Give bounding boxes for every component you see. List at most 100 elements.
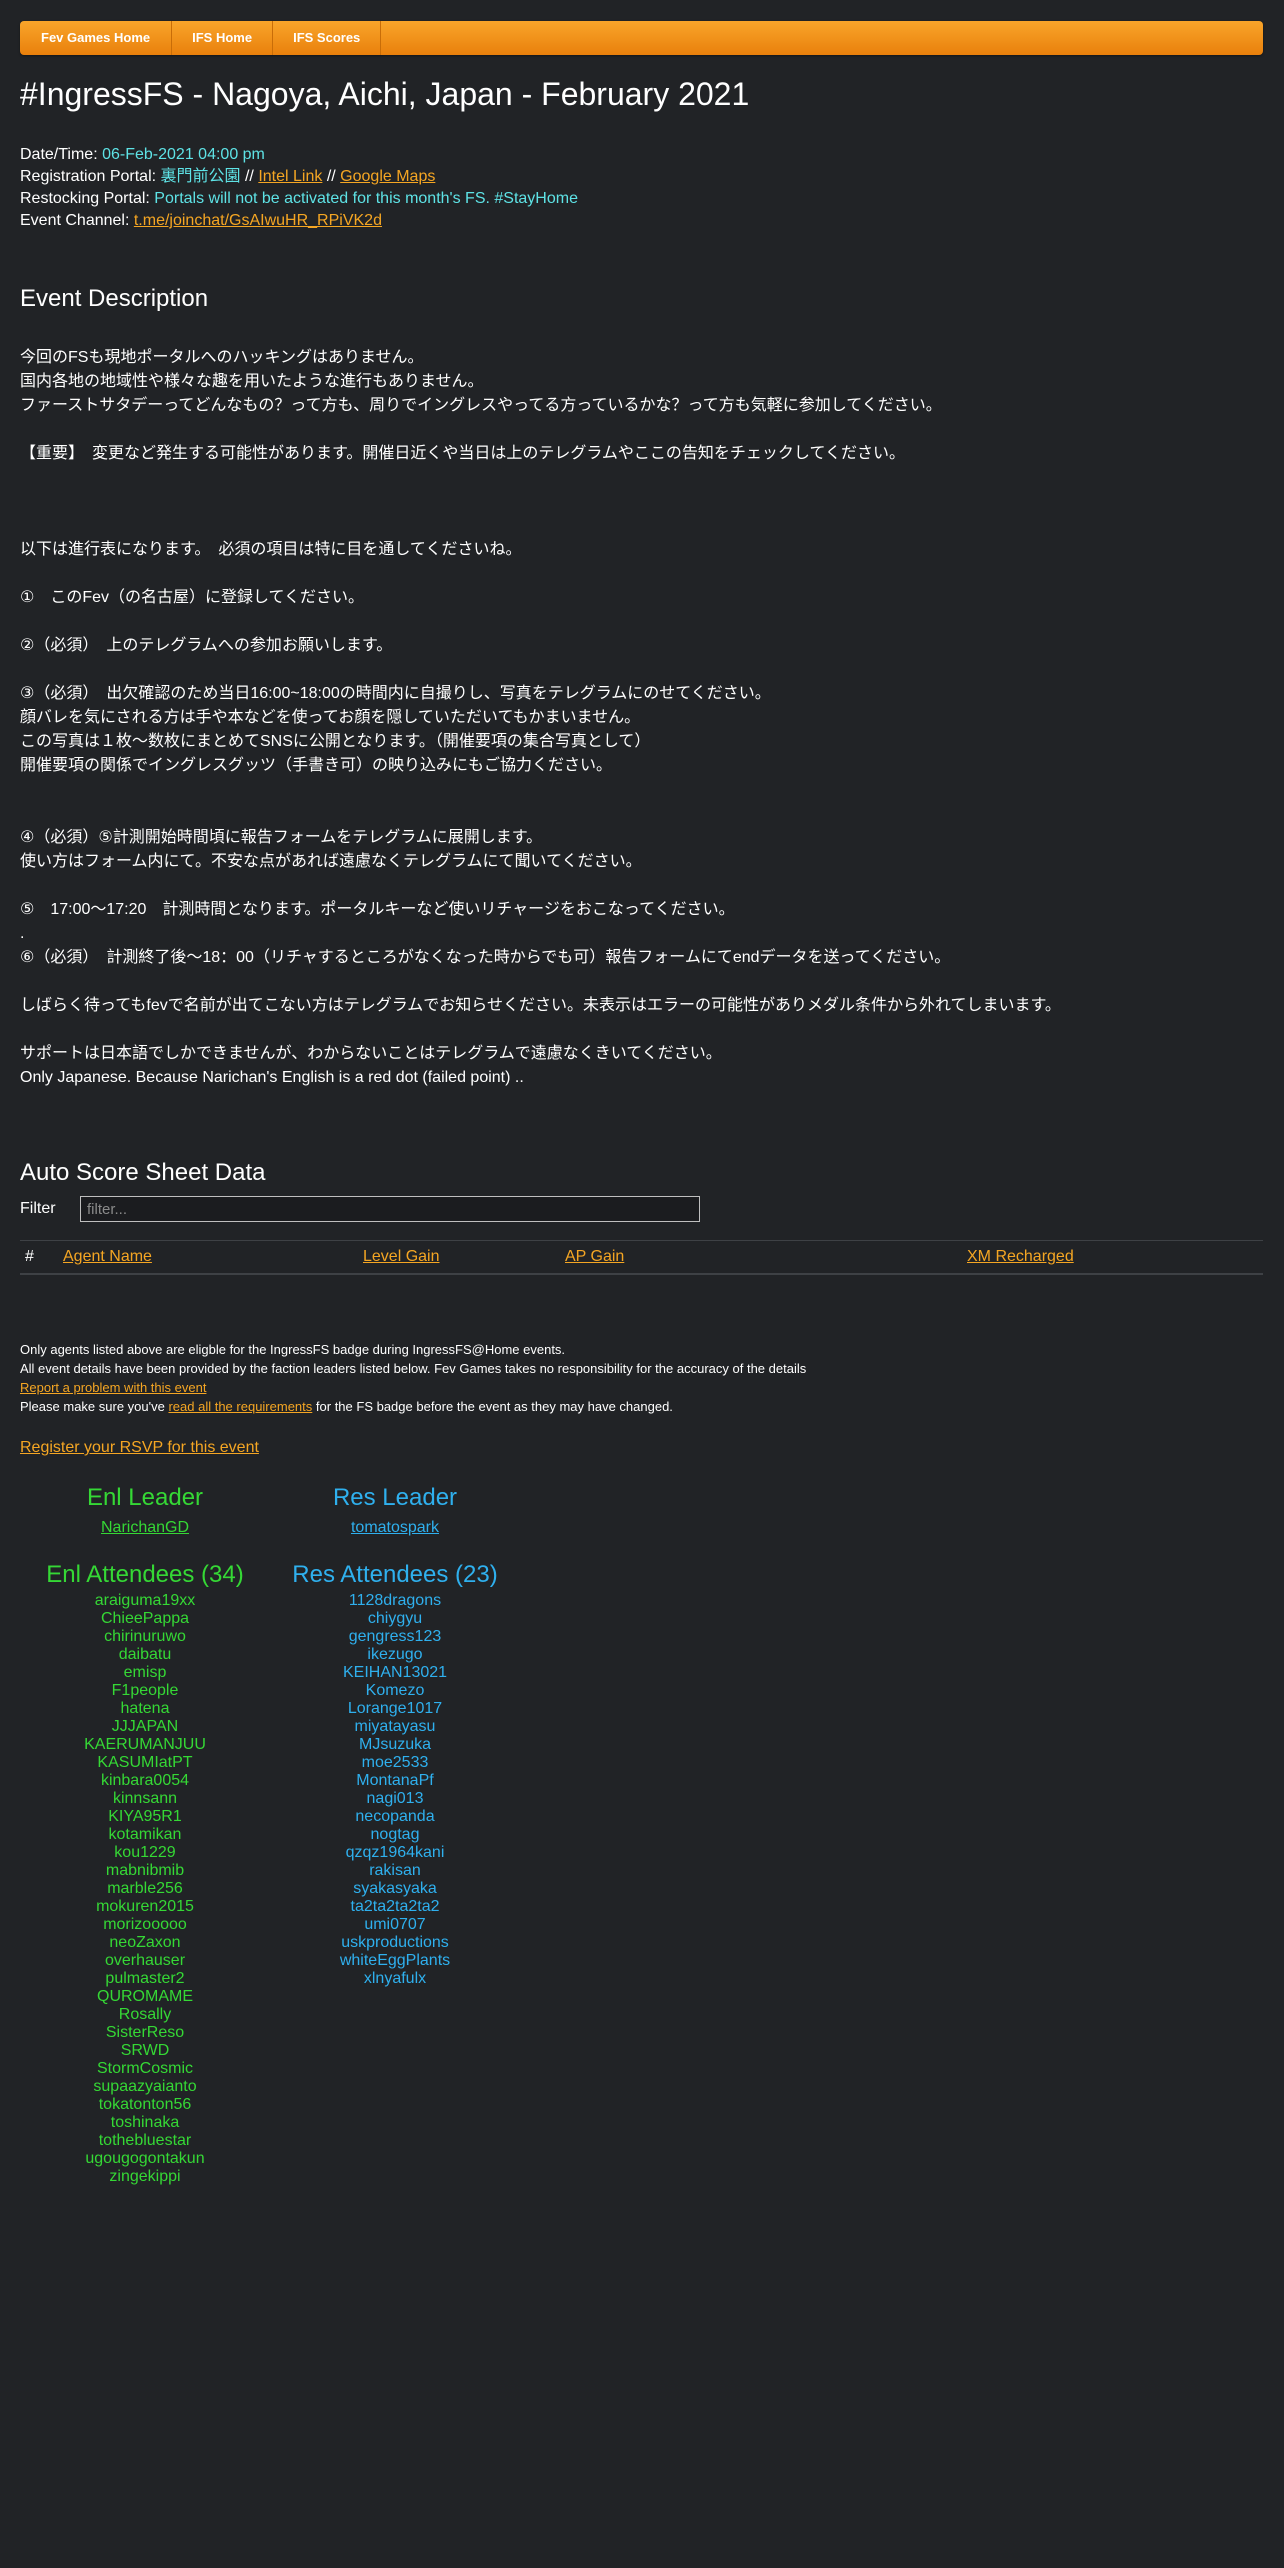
enl-attendee: QUROMAME [97,1988,193,2005]
event-description-text: 今回のFSも現地ポータルへのハッキングはありません。 国内各地の地域性や様々な趣… [20,349,1061,1086]
filter-input[interactable] [80,1196,700,1222]
event-channel-link[interactable]: t.me/joinchat/GsAIwuHR_RPiVK2d [134,212,382,229]
enl-attendees-heading: Enl Attendees (34) [46,1561,244,1588]
google-maps-link[interactable]: Google Maps [340,168,435,185]
enl-attendee: tothebluestar [98,2132,192,2149]
res-attendee: qzqz1964kani [345,1844,445,1861]
note-requirements: Please make sure you've read all the req… [20,1397,806,1416]
column-ap-gain[interactable]: AP Gain [565,1248,624,1266]
enl-attendee: pulmaster2 [105,1970,185,1987]
enl-leader-heading: Enl Leader [86,1484,204,1511]
restocking-value: Portals will not be activated for this m… [154,190,578,207]
column-agent-name[interactable]: Agent Name [63,1248,152,1266]
res-attendee: MontanaPf [356,1772,434,1789]
enl-attendee: JJJAPAN [111,1718,179,1735]
column-xm-recharged[interactable]: XM Recharged [967,1248,1074,1266]
res-attendee: uskproductions [341,1934,449,1951]
res-attendee: syakasyaka [353,1880,437,1897]
column-number: # [25,1248,34,1265]
res-leader-link[interactable]: tomatospark [285,1517,505,1539]
res-attendee: moe2533 [361,1754,429,1771]
res-attendee: xlnyafulx [363,1970,427,1987]
registration-label: Registration Portal: [20,168,157,185]
res-attendees-heading: Res Attendees (23) [292,1561,498,1588]
res-attendee: miyatayasu [354,1718,436,1735]
enl-attendee: hatena [120,1700,170,1717]
enl-attendee: SRWD [120,2042,170,2059]
registration-row: Registration Portal: 裏門前公園 // Intel Link… [20,166,578,188]
res-attendee: nagi013 [366,1790,424,1807]
enl-attendee: KAERUMANJUU [84,1736,206,1753]
enl-attendee: zingekippi [109,2168,181,2185]
enl-attendee: chirinuruwo [104,1628,186,1645]
res-attendee: Lorange1017 [347,1700,443,1717]
enl-team: Enl Leader NarichanGD Enl Attendees (34)… [40,1483,250,2186]
datetime-row: Date/Time: 06-Feb-2021 04:00 pm [20,144,578,166]
enl-attendee: araiguma19xx [94,1592,196,1609]
enl-attendee: supaazyaianto [93,2078,197,2095]
separator: // [326,168,336,185]
note-eligibility: Only agents listed above are eligble for… [20,1342,566,1357]
enl-attendee: kotamikan [108,1826,182,1843]
res-attendee-list: 1128dragons chiygyu gengress123 ikezugo KEIH… [285,1592,505,1988]
column-level-gain[interactable]: Level Gain [363,1248,440,1266]
channel-row: Event Channel: t.me/joinchat/GsAIwuHR_RP… [20,210,578,232]
filter-row: Filter [20,1196,700,1222]
res-attendee: Komezo [365,1682,425,1699]
report-problem-link[interactable]: Report a problem with this event [20,1380,206,1395]
score-sheet-heading: Auto Score Sheet Data [20,1159,266,1186]
registration-value: 裏門前公園 [160,168,241,185]
enl-attendee: ChieePappa [100,1610,190,1627]
enl-attendee: Rosally [118,2006,172,2023]
res-attendee: 1128dragons [348,1592,442,1609]
enl-attendee: mabnibmib [105,1862,185,1879]
res-attendee: chiygyu [367,1610,423,1627]
nav-ifs-home[interactable]: IFS Home [172,21,274,55]
note-requirements-pre: Please make sure you've [20,1399,165,1414]
res-team: Res Leader tomatospark Res Attendees (23… [285,1483,505,1988]
enl-attendee: marble256 [107,1880,183,1897]
top-navbar: Fev Games Home IFS Home IFS Scores [20,21,1263,55]
enl-attendee: kinbara0054 [100,1772,190,1789]
enl-leader-link[interactable]: NarichanGD [40,1517,250,1539]
enl-attendee: mokuren2015 [96,1898,194,1915]
res-attendee: umi0707 [364,1916,426,1933]
event-info: Date/Time: 06-Feb-2021 04:00 pm Registra… [20,144,578,232]
enl-attendee: overhauser [104,1952,186,1969]
res-attendee: gengress123 [348,1628,442,1645]
enl-attendee: F1people [111,1682,179,1699]
res-attendee: rakisan [369,1862,421,1879]
restocking-label: Restocking Portal: [20,190,150,207]
intel-link[interactable]: Intel Link [258,168,322,185]
res-leader-heading: Res Leader [332,1484,458,1511]
enl-attendee: KIYA95R1 [108,1808,182,1825]
enl-attendee: StormCosmic [96,2060,193,2077]
register-rsvp-link[interactable]: Register your RSVP for this event [20,1439,259,1457]
enl-attendee-list: araiguma19xx ChieePappa chirinuruwo daibatu… [40,1592,250,2186]
note-disclaimer: All event details have been provided by … [20,1361,807,1376]
enl-attendee: kinnsann [112,1790,178,1807]
score-table-header: # Agent Name Level Gain AP Gain XM Recha… [20,1240,1263,1275]
filter-label: Filter [20,1200,56,1217]
res-attendee: MJsuzuka [358,1736,432,1753]
res-attendee: necopanda [355,1808,435,1825]
page-title: #IngressFS - Nagoya, Aichi, Japan - Febr… [20,76,750,112]
event-description-heading: Event Description [20,285,209,312]
enl-attendee: emisp [123,1664,167,1681]
note-requirements-post: for the FS badge before the event as the… [315,1399,673,1414]
enl-attendee: daibatu [118,1646,172,1663]
requirements-link[interactable]: read all the requirements [168,1399,312,1414]
res-attendee: ikezugo [367,1646,423,1663]
enl-attendee: ugougogontakun [85,2150,205,2167]
event-notes: Only agents listed above are eligble for… [20,1340,806,1416]
enl-attendee: tokatonton56 [98,2096,192,2113]
datetime-label: Date/Time: [20,146,98,163]
restocking-row: Restocking Portal: Portals will not be a… [20,188,578,210]
res-attendee: KEIHAN13021 [342,1664,448,1681]
res-attendee: ta2ta2ta2ta2 [350,1898,440,1915]
nav-fev-games-home[interactable]: Fev Games Home [20,21,173,55]
channel-label: Event Channel: [20,212,130,229]
nav-ifs-scores[interactable]: IFS Scores [273,21,382,55]
enl-attendee: morizooooo [103,1916,187,1933]
datetime-value: 06-Feb-2021 04:00 pm [102,146,265,163]
